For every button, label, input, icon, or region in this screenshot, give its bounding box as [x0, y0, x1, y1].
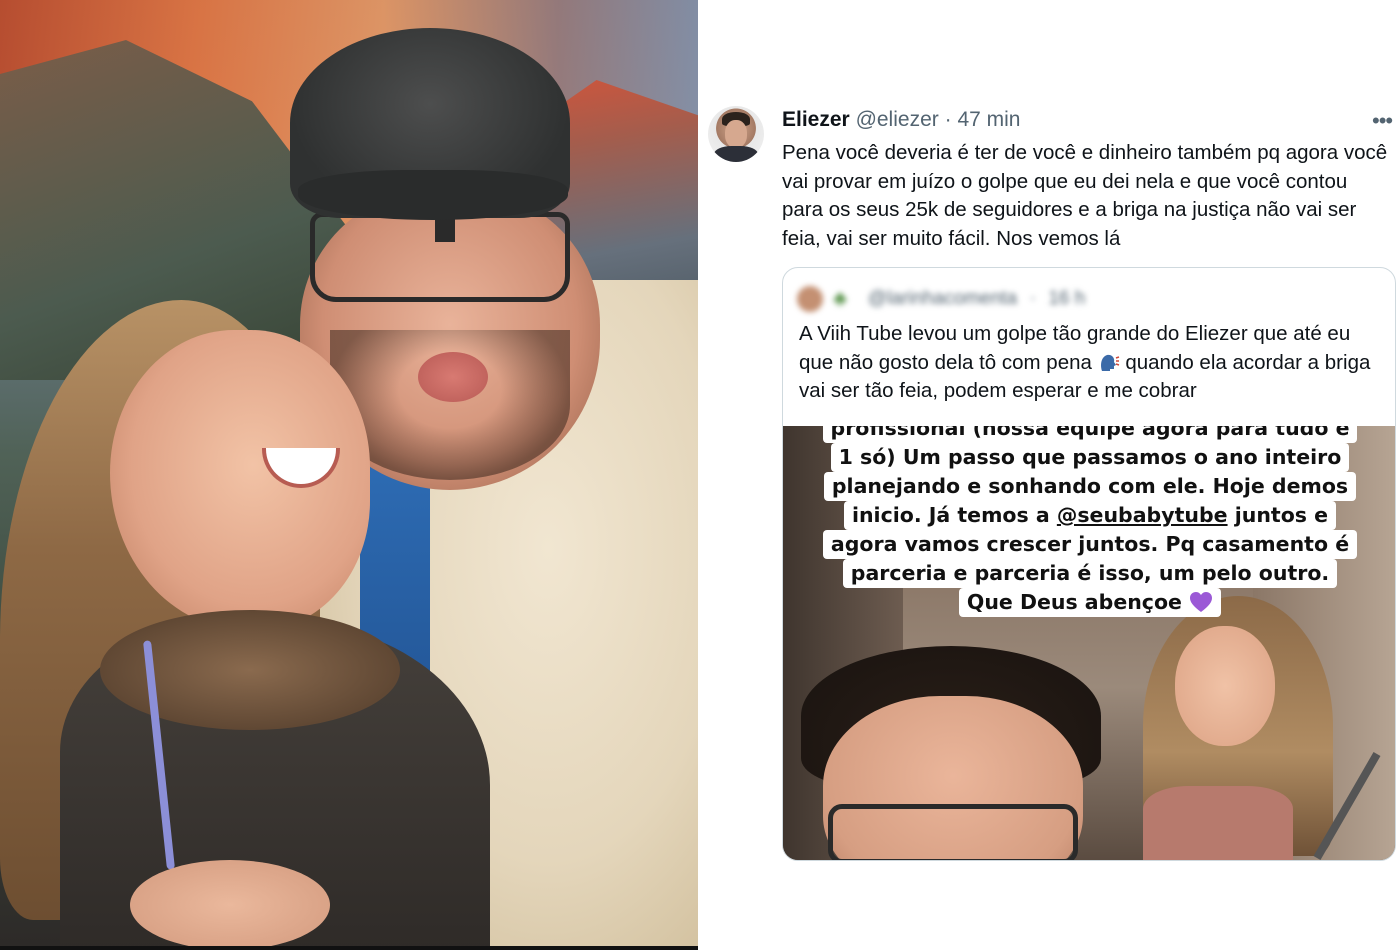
story-text: Que Deus abençoe — [966, 590, 1182, 614]
quote-handle: @larinhacomenta — [867, 288, 1018, 309]
man-glasses — [310, 212, 570, 302]
story-woman-top — [1143, 786, 1293, 860]
tweet: Eliezer @eliezer · 47 min ••• Pena você … — [698, 0, 1400, 950]
photo-bottom-border — [0, 946, 698, 950]
story-text: inicio. Já temos a — [851, 503, 1050, 527]
story-line: agora vamos crescer juntos. Pq casamento… — [822, 530, 1358, 559]
tweet-text: Pena você deveria é ter de você e dinhei… — [782, 141, 1388, 250]
story-mention: @seubabytube — [1056, 503, 1228, 527]
more-horizontal-icon[interactable]: ••• — [1372, 108, 1393, 134]
man-lips — [418, 352, 488, 402]
quote-time: 16 h — [1048, 288, 1086, 309]
story-woman-face — [1175, 626, 1275, 746]
quote-avatar — [797, 286, 823, 312]
story-caption: profissional (nossa equipe agora para tu… — [783, 426, 1395, 617]
plant-emoji-icon: ♣ — [833, 288, 847, 310]
story-line: parceria e parceria é isso, um pelo outr… — [842, 559, 1338, 588]
story-line: 1 só) Um passo que passamos o ano inteir… — [830, 443, 1350, 472]
author-handle[interactable]: @eliezer — [856, 108, 939, 131]
quote-story-image[interactable]: profissional (nossa equipe agora para tu… — [783, 426, 1395, 860]
story-line: inicio. Já temos a @seubabytube juntos e — [843, 501, 1337, 530]
quote-header-blurred: ♣ @larinhacomenta · 16 h — [797, 286, 1085, 312]
quote-separator: · — [1029, 288, 1036, 309]
separator-dot: · — [944, 108, 952, 131]
quote-tweet-card[interactable]: ♣ @larinhacomenta · 16 h A Viih Tube lev… — [782, 267, 1396, 861]
tweet-header: Eliezer @eliezer · 47 min — [782, 108, 1020, 132]
man-cap-brim — [298, 170, 568, 220]
author-avatar[interactable] — [708, 106, 764, 162]
woman-hand — [130, 860, 330, 946]
purple-heart-icon — [1189, 591, 1213, 613]
woman-fur-collar — [100, 610, 400, 730]
story-text: juntos e — [1234, 503, 1329, 527]
story-line: profissional (nossa equipe agora para tu… — [822, 426, 1358, 443]
couple-selfie-photo — [0, 0, 698, 946]
story-line: planejando e sonhando com ele. Hoje demo… — [823, 472, 1357, 501]
author-name[interactable]: Eliezer — [782, 108, 850, 131]
page: Eliezer @eliezer · 47 min ••• Pena você … — [0, 0, 1400, 950]
story-man-glasses — [828, 804, 1078, 860]
tweet-time[interactable]: 47 min — [957, 108, 1020, 131]
speaking-head-icon — [1098, 351, 1120, 373]
quote-text: A Viih Tube levou um golpe tão grande do… — [799, 320, 1389, 406]
story-line: Que Deus abençoe — [958, 588, 1222, 617]
